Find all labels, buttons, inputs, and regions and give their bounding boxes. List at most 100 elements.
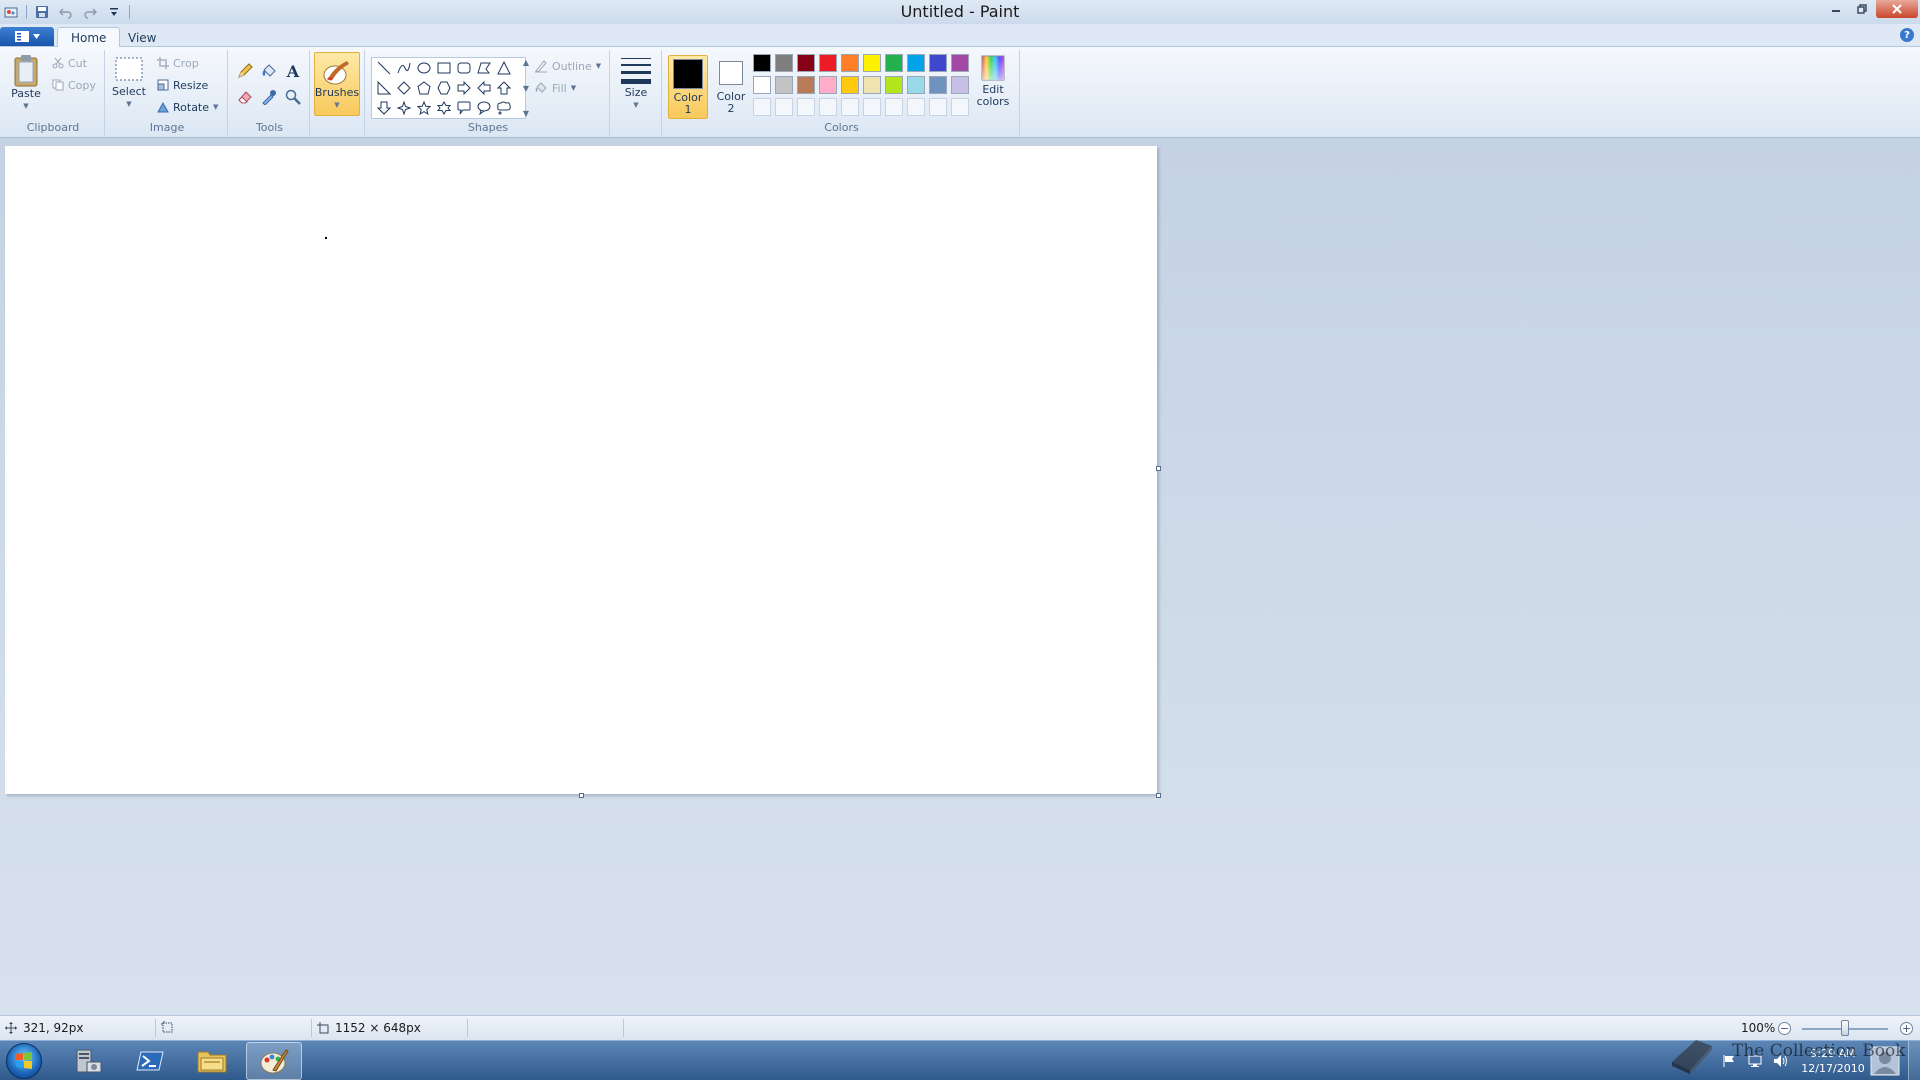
chevron-down-icon[interactable]: ▼ xyxy=(523,84,529,93)
palette-custom-color-slot[interactable] xyxy=(885,98,903,116)
pencil-icon[interactable] xyxy=(234,59,256,83)
start-button[interactable] xyxy=(6,1043,42,1079)
color2-button[interactable]: Color 2 xyxy=(711,55,751,119)
help-icon[interactable]: ? xyxy=(1900,28,1914,42)
chevron-up-icon[interactable]: ▲ xyxy=(523,58,529,67)
oval-shape-icon[interactable] xyxy=(414,58,434,78)
resize-handle-corner[interactable] xyxy=(1156,793,1161,798)
rounded-rectangle-shape-icon[interactable] xyxy=(454,58,474,78)
palette-color-swatch[interactable] xyxy=(907,54,925,72)
palette-custom-color-slot[interactable] xyxy=(797,98,815,116)
shapes-gallery-scroll[interactable]: ▲ ▼ ▼ xyxy=(519,58,533,118)
oval-callout-shape-icon[interactable] xyxy=(474,98,494,118)
show-desktop-button[interactable] xyxy=(1908,1041,1920,1080)
pentagon-shape-icon[interactable] xyxy=(414,78,434,98)
brushes-button[interactable]: Brushes ▼ xyxy=(314,52,360,116)
right-arrow-shape-icon[interactable] xyxy=(454,78,474,98)
save-icon[interactable] xyxy=(33,3,51,21)
palette-custom-color-slot[interactable] xyxy=(951,98,969,116)
palette-custom-color-slot[interactable] xyxy=(775,98,793,116)
palette-custom-color-slot[interactable] xyxy=(819,98,837,116)
tab-home[interactable]: Home xyxy=(57,27,121,48)
palette-color-swatch[interactable] xyxy=(929,76,947,94)
palette-custom-color-slot[interactable] xyxy=(863,98,881,116)
curve-shape-icon[interactable] xyxy=(394,58,414,78)
palette-color-swatch[interactable] xyxy=(797,76,815,94)
palette-color-swatch[interactable] xyxy=(951,54,969,72)
rectangle-shape-icon[interactable] xyxy=(434,58,454,78)
triangle-shape-icon[interactable] xyxy=(494,58,514,78)
palette-custom-color-slot[interactable] xyxy=(841,98,859,116)
minimize-button[interactable] xyxy=(1824,0,1848,18)
palette-color-swatch[interactable] xyxy=(885,54,903,72)
right-triangle-shape-icon[interactable] xyxy=(374,78,394,98)
crop-button[interactable]: Crop xyxy=(157,54,199,72)
palette-custom-color-slot[interactable] xyxy=(753,98,771,116)
rounded-callout-shape-icon[interactable] xyxy=(454,98,474,118)
paint-app-icon[interactable] xyxy=(2,3,20,21)
resize-handle-bottom[interactable] xyxy=(579,793,584,798)
gallery-expand-icon[interactable]: ▼ xyxy=(523,109,529,118)
magnifier-icon[interactable] xyxy=(282,85,304,109)
palette-color-swatch[interactable] xyxy=(753,76,771,94)
powershell-taskbar-button[interactable] xyxy=(122,1042,178,1080)
five-point-star-shape-icon[interactable] xyxy=(414,98,434,118)
maximize-button[interactable] xyxy=(1850,0,1874,18)
down-arrow-shape-icon[interactable] xyxy=(374,98,394,118)
text-icon[interactable]: A xyxy=(282,59,304,83)
palette-custom-color-slot[interactable] xyxy=(929,98,947,116)
outline-button[interactable]: Outline ▼ xyxy=(534,57,601,75)
file-explorer-taskbar-button[interactable] xyxy=(184,1042,240,1080)
palette-color-swatch[interactable] xyxy=(885,76,903,94)
resize-handle-right[interactable] xyxy=(1156,466,1161,471)
zoom-in-button[interactable]: + xyxy=(1900,1022,1913,1035)
tab-view[interactable]: View xyxy=(115,27,169,48)
four-point-star-shape-icon[interactable] xyxy=(394,98,414,118)
select-button[interactable]: Select ▼ xyxy=(111,54,147,110)
fill-bucket-icon[interactable] xyxy=(258,59,280,83)
copy-button[interactable]: Copy xyxy=(52,76,96,94)
palette-color-swatch[interactable] xyxy=(841,54,859,72)
palette-color-swatch[interactable] xyxy=(929,54,947,72)
palette-color-swatch[interactable] xyxy=(863,76,881,94)
paint-taskbar-button[interactable] xyxy=(246,1042,302,1080)
paste-button[interactable]: Paste ▼ xyxy=(6,54,46,112)
up-arrow-shape-icon[interactable] xyxy=(494,78,514,98)
diamond-shape-icon[interactable] xyxy=(394,78,414,98)
palette-color-swatch[interactable] xyxy=(951,76,969,94)
customize-qat-icon[interactable] xyxy=(105,3,123,21)
palette-color-swatch[interactable] xyxy=(797,54,815,72)
six-point-star-shape-icon[interactable] xyxy=(434,98,454,118)
redo-icon[interactable] xyxy=(81,3,99,21)
palette-color-swatch[interactable] xyxy=(907,76,925,94)
line-shape-icon[interactable] xyxy=(374,58,394,78)
hexagon-shape-icon[interactable] xyxy=(434,78,454,98)
palette-custom-color-slot[interactable] xyxy=(907,98,925,116)
close-button[interactable] xyxy=(1876,0,1918,18)
rotate-button[interactable]: Rotate ▼ xyxy=(157,98,218,116)
undo-icon[interactable] xyxy=(57,3,75,21)
palette-color-swatch[interactable] xyxy=(775,54,793,72)
fill-button[interactable]: Fill ▼ xyxy=(534,79,576,97)
left-arrow-shape-icon[interactable] xyxy=(474,78,494,98)
palette-color-swatch[interactable] xyxy=(819,76,837,94)
palette-color-swatch[interactable] xyxy=(841,76,859,94)
palette-color-swatch[interactable] xyxy=(775,76,793,94)
size-button[interactable]: Size ▼ xyxy=(616,55,656,111)
server-manager-taskbar-button[interactable] xyxy=(60,1042,116,1080)
cut-button[interactable]: Cut xyxy=(52,54,87,72)
paint-menu-button[interactable] xyxy=(0,27,54,46)
palette-color-swatch[interactable] xyxy=(863,54,881,72)
cloud-callout-shape-icon[interactable] xyxy=(494,98,514,118)
edit-colors-button[interactable]: Edit colors xyxy=(973,54,1013,108)
zoom-out-button[interactable]: − xyxy=(1778,1022,1791,1035)
palette-color-swatch[interactable] xyxy=(819,54,837,72)
drawing-canvas[interactable] xyxy=(5,146,1157,794)
color1-button[interactable]: Color 1 xyxy=(668,55,708,119)
zoom-slider-thumb[interactable] xyxy=(1841,1020,1849,1036)
palette-color-swatch[interactable] xyxy=(753,54,771,72)
resize-button[interactable]: Resize xyxy=(157,76,208,94)
color-picker-icon[interactable] xyxy=(258,85,280,109)
polygon-shape-icon[interactable] xyxy=(474,58,494,78)
eraser-icon[interactable] xyxy=(234,85,256,109)
